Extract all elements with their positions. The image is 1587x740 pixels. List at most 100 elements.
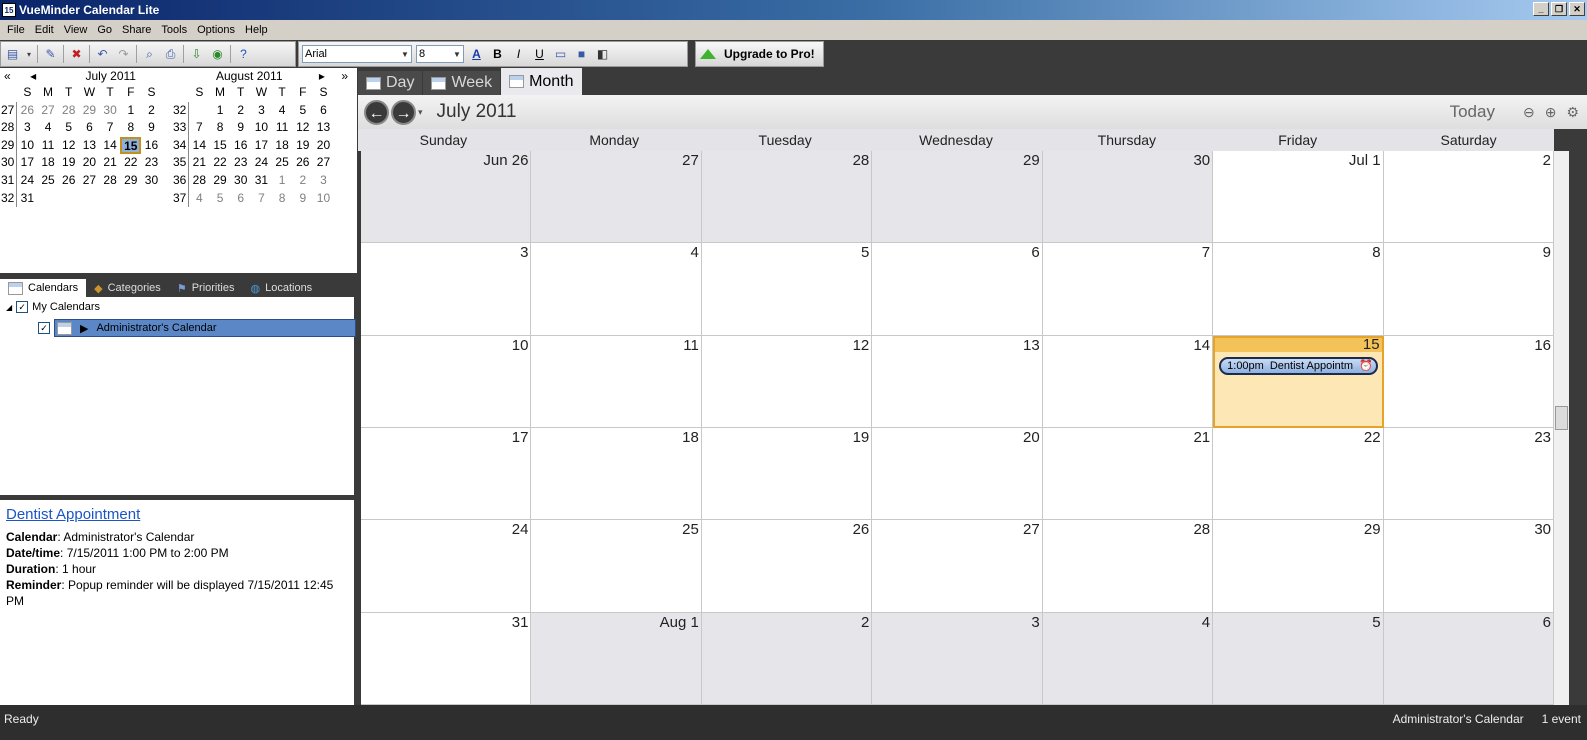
month-day-cell[interactable]: 13: [872, 335, 1043, 428]
month-day-cell[interactable]: 22: [1213, 428, 1384, 521]
month-day-cell[interactable]: 29: [872, 151, 1043, 244]
mini-calendar-day[interactable]: 20: [313, 137, 334, 155]
mini-calendar-day[interactable]: 14: [100, 137, 121, 155]
import-icon[interactable]: ⇩: [188, 46, 205, 63]
calendar-item-selected[interactable]: ▶ Administrator's Calendar: [54, 319, 356, 337]
mini-calendar-day[interactable]: 16: [230, 137, 251, 155]
mini-calendar-day[interactable]: 19: [292, 137, 313, 155]
month-day-cell[interactable]: Jul 1: [1213, 151, 1384, 244]
redo-icon[interactable]: ↷: [115, 46, 132, 63]
month-day-cell[interactable]: 20: [872, 428, 1043, 521]
minimize-icon[interactable]: _: [1533, 2, 1549, 16]
undo-icon[interactable]: ↶: [94, 46, 111, 63]
mini-calendar-day[interactable]: 30: [141, 172, 162, 190]
month-day-cell[interactable]: 28: [1042, 520, 1214, 613]
mini-calendar-day[interactable]: 4: [38, 119, 59, 137]
month-day-cell[interactable]: 8: [1213, 243, 1384, 336]
mini-calendar-day[interactable]: 17: [251, 137, 272, 155]
help-icon[interactable]: ?: [235, 46, 252, 63]
tab-categories[interactable]: ◆ Categories: [86, 279, 169, 297]
mini-calendar-day[interactable]: 19: [58, 154, 79, 172]
mini-calendar-day[interactable]: 17: [17, 154, 38, 172]
mini-calendar-day[interactable]: 9: [141, 119, 162, 137]
week-number[interactable]: 33: [172, 119, 189, 137]
zoom-in-icon[interactable]: ⊕: [1545, 104, 1557, 121]
mini-calendar-day[interactable]: 27: [79, 172, 100, 190]
month-day-cell[interactable]: 4: [531, 243, 702, 336]
mini-calendar-day[interactable]: 3: [313, 172, 334, 190]
mini-calendar-day[interactable]: 5: [210, 190, 231, 208]
month-day-cell[interactable]: 12: [701, 335, 873, 428]
week-number[interactable]: 32: [172, 101, 189, 120]
week-number[interactable]: 37: [172, 189, 189, 208]
month-day-cell[interactable]: 24: [361, 520, 532, 613]
mini-calendar-day[interactable]: [58, 190, 79, 208]
close-icon[interactable]: ✕: [1569, 2, 1585, 16]
month-day-cell[interactable]: Aug 1: [531, 612, 702, 705]
mini-calendar-day[interactable]: 4: [189, 190, 210, 208]
mini-calendar-day[interactable]: 18: [38, 154, 59, 172]
mini-calendar-day[interactable]: [100, 190, 121, 208]
mini-calendar-day[interactable]: 6: [79, 119, 100, 137]
month-day-cell[interactable]: 23: [1383, 428, 1554, 521]
underline-icon[interactable]: U: [531, 46, 548, 63]
border-color-icon[interactable]: ▭: [552, 46, 569, 63]
tree-group-my-calendars[interactable]: ◢ ✓ My Calendars: [6, 301, 100, 313]
month-day-cell[interactable]: 30: [1042, 151, 1214, 244]
mini-calendar-day[interactable]: [79, 190, 100, 208]
month-day-cell[interactable]: 27: [531, 151, 702, 244]
month-day-cell[interactable]: 15 1:00pm Dentist Appointm ⏰: [1213, 335, 1384, 428]
settings-gear-icon[interactable]: ⚙: [1566, 104, 1579, 121]
month-day-cell[interactable]: 10: [361, 335, 532, 428]
month-day-cell[interactable]: 26: [701, 520, 873, 613]
mini-calendar-day[interactable]: 15: [120, 136, 142, 155]
week-number[interactable]: 27: [0, 101, 17, 120]
restore-icon[interactable]: ❐: [1551, 2, 1567, 16]
mini-calendar-day[interactable]: 7: [100, 119, 121, 137]
mini-calendar-day[interactable]: 16: [141, 137, 162, 155]
mini-calendar-day[interactable]: 7: [189, 119, 210, 137]
month-day-cell[interactable]: 5: [1213, 612, 1384, 705]
prev-month-icon[interactable]: ◂: [30, 69, 36, 83]
calendar-checkbox[interactable]: ✓: [38, 322, 50, 334]
back-arrow-icon[interactable]: ←: [364, 99, 389, 125]
mini-calendar-day[interactable]: 22: [210, 154, 231, 172]
my-calendars-checkbox[interactable]: ✓: [16, 301, 29, 313]
menu-options[interactable]: Options: [192, 24, 240, 36]
mini-calendar-day[interactable]: 31: [251, 172, 272, 190]
mini-calendar-day[interactable]: 18: [272, 137, 293, 155]
today-button[interactable]: Today: [1450, 102, 1495, 122]
mini-calendar-day[interactable]: 30: [230, 172, 251, 190]
mini-calendar-day[interactable]: [189, 102, 210, 120]
mini-calendar-day[interactable]: 24: [251, 154, 272, 172]
menu-tools[interactable]: Tools: [156, 24, 192, 36]
mini-calendar-day[interactable]: 9: [230, 119, 251, 137]
mini-calendar-day[interactable]: 28: [189, 172, 210, 190]
font-select[interactable]: Arial ▼: [302, 45, 412, 63]
print-icon[interactable]: ⎙: [162, 46, 179, 63]
week-number[interactable]: 35: [172, 154, 189, 172]
mini-calendar-day[interactable]: 30: [100, 102, 121, 120]
month-day-cell[interactable]: 27: [872, 520, 1043, 613]
month-day-cell[interactable]: 9: [1383, 243, 1554, 336]
next-month-icon[interactable]: ▸: [319, 69, 325, 83]
edit-event-icon[interactable]: ✎: [42, 46, 59, 63]
expand-arrow-icon[interactable]: ▶: [80, 322, 88, 335]
month-day-cell[interactable]: 25: [531, 520, 702, 613]
mini-calendar-day[interactable]: 23: [230, 154, 251, 172]
month-day-cell[interactable]: 3: [872, 612, 1043, 705]
mini-calendar-day[interactable]: [141, 190, 162, 208]
mini-calendar-day[interactable]: 12: [292, 119, 313, 137]
mini-calendar-day[interactable]: 1: [210, 102, 231, 120]
mini-calendar-day[interactable]: 27: [38, 102, 59, 120]
zoom-out-icon[interactable]: ⊖: [1523, 104, 1535, 121]
week-number[interactable]: 28: [0, 119, 17, 137]
scrollbar-thumb[interactable]: [1555, 406, 1568, 430]
week-number[interactable]: 30: [0, 154, 17, 172]
mini-calendar-day[interactable]: 8: [210, 119, 231, 137]
mini-calendar-day[interactable]: 21: [189, 154, 210, 172]
month-day-cell[interactable]: 14: [1042, 335, 1214, 428]
tab-day[interactable]: Day: [358, 71, 423, 95]
month-day-cell[interactable]: 2: [701, 612, 873, 705]
mini-calendar-day[interactable]: 10: [17, 137, 38, 155]
